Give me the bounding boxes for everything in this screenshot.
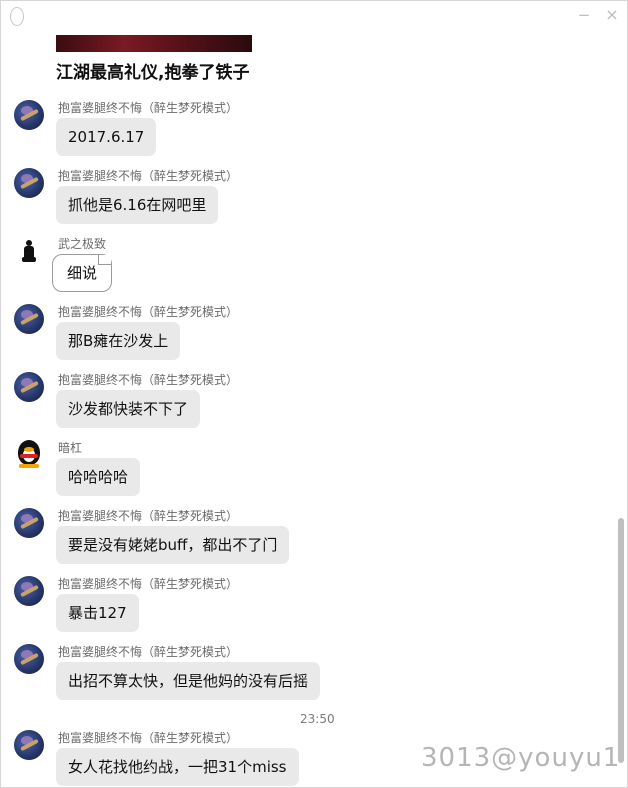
chat-window: − × 江湖最高礼仪,抱拳了铁子 抱富婆腿终不悔（醉生梦死模式） 2017.6.… <box>0 0 628 788</box>
message-bubble[interactable]: 那B瘫在沙发上 <box>56 322 181 360</box>
message-bubble[interactable]: 要是没有姥姥buff，都出不了门 <box>56 526 290 564</box>
message-bubble[interactable]: 女人花找他约战，一把31个miss <box>56 748 299 786</box>
sword-avatar[interactable] <box>14 730 44 760</box>
sender-name: 抱富婆腿终不悔（醉生梦死模式） <box>58 509 239 523</box>
watermark: 3013@youyu1 <box>421 743 621 773</box>
sender-name: 抱富婆腿终不悔（醉生梦死模式） <box>58 373 239 387</box>
scrollbar-thumb[interactable] <box>618 518 624 763</box>
message-bubble[interactable]: 2017.6.17 <box>56 118 157 156</box>
close-button[interactable]: × <box>604 7 620 23</box>
sword-avatar[interactable] <box>14 508 44 538</box>
message-bubble[interactable]: 暴击127 <box>56 594 139 632</box>
message-bubble[interactable]: 哈哈哈哈 <box>56 458 141 496</box>
sword-avatar[interactable] <box>14 372 44 402</box>
shared-image[interactable] <box>56 35 252 52</box>
sword-avatar[interactable] <box>14 304 44 334</box>
sender-name: 抱富婆腿终不悔（醉生梦死模式） <box>58 645 239 659</box>
sender-name: 暗杠 <box>58 441 83 455</box>
sender-name: 抱富婆腿终不悔（醉生梦死模式） <box>58 101 239 115</box>
penguin-avatar[interactable] <box>15 439 43 469</box>
chess-piece-avatar[interactable] <box>21 239 37 267</box>
message-bubble[interactable]: 沙发都快装不下了 <box>56 390 201 428</box>
message-bubble[interactable]: 出招不算太快，但是他妈的没有后摇 <box>56 662 321 700</box>
sword-avatar[interactable] <box>14 644 44 674</box>
sword-avatar[interactable] <box>14 168 44 198</box>
sword-avatar[interactable] <box>14 100 44 130</box>
sender-name: 抱富婆腿终不悔（醉生梦死模式） <box>58 577 239 591</box>
sender-name: 武之极致 <box>58 237 107 251</box>
sword-avatar[interactable] <box>14 576 44 606</box>
shared-image-caption: 江湖最高礼仪,抱拳了铁子 <box>56 63 250 83</box>
minimize-button[interactable]: − <box>576 7 592 23</box>
message-text: 细说 <box>67 264 98 282</box>
app-logo-icon <box>10 7 24 26</box>
message-bubble[interactable]: 细说 <box>52 254 113 292</box>
message-bubble[interactable]: 抓他是6.16在网吧里 <box>56 186 219 224</box>
sender-name: 抱富婆腿终不悔（醉生梦死模式） <box>58 169 239 183</box>
sender-name: 抱富婆腿终不悔（醉生梦死模式） <box>58 731 239 745</box>
sender-name: 抱富婆腿终不悔（醉生梦死模式） <box>58 305 239 319</box>
message-timestamp: 23:50 <box>300 712 335 726</box>
bubble-corner-fold <box>98 255 112 265</box>
